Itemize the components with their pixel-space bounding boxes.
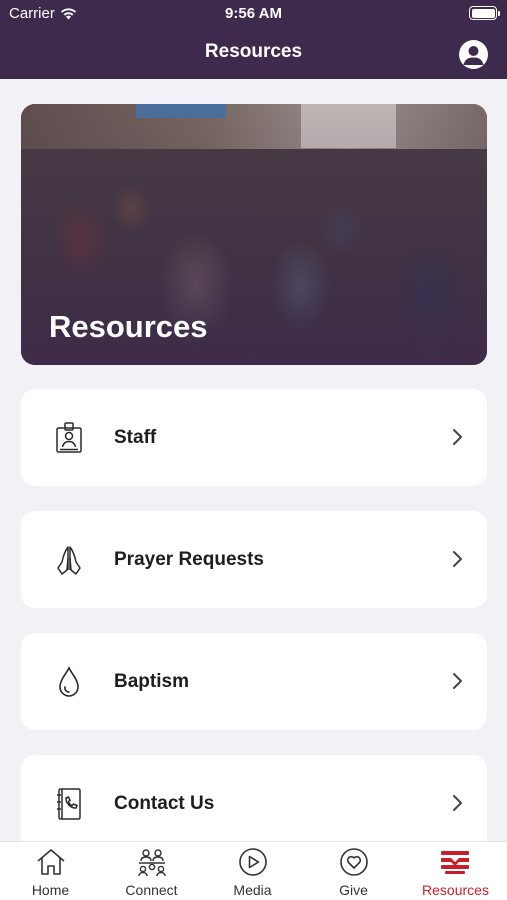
heart-circle-icon xyxy=(340,848,368,876)
menu-item-contact-us[interactable]: Contact Us xyxy=(21,755,487,841)
menu-item-label: Baptism xyxy=(114,671,189,692)
praying-hands-icon xyxy=(57,546,81,575)
content-area: Resources Staff Prayer Requests Baptism … xyxy=(0,79,507,841)
tab-resources[interactable]: Resources xyxy=(404,842,507,900)
water-drop-icon xyxy=(59,666,79,697)
menu-item-staff[interactable]: Staff xyxy=(21,389,487,486)
menu-item-prayer-requests[interactable]: Prayer Requests xyxy=(21,511,487,608)
menu-item-label: Staff xyxy=(114,427,157,448)
hero-title: Resources xyxy=(49,309,208,344)
hero-banner: Resources xyxy=(21,104,487,365)
chevron-right-icon xyxy=(453,551,462,567)
battery-icon xyxy=(469,6,500,20)
clock: 9:56 AM xyxy=(225,5,282,22)
tab-label: Home xyxy=(31,882,70,898)
chevron-right-icon xyxy=(453,673,462,689)
resources-icon xyxy=(441,851,469,874)
phone-book-icon xyxy=(57,788,81,820)
person-circle-icon xyxy=(463,46,484,65)
tab-label: Give xyxy=(339,882,368,898)
top-bar: Carrier 9:56 AM Resources xyxy=(0,0,507,79)
tab-label: Resources xyxy=(422,882,489,898)
status-bar: Carrier 9:56 AM xyxy=(0,0,507,28)
id-badge-icon xyxy=(56,422,82,453)
tab-label: Connect xyxy=(125,882,178,898)
play-circle-icon xyxy=(239,848,267,876)
home-icon xyxy=(37,849,65,875)
tab-home[interactable]: Home xyxy=(0,842,101,900)
menu-item-label: Prayer Requests xyxy=(114,549,264,570)
menu-item-baptism[interactable]: Baptism xyxy=(21,633,487,730)
menu-item-label: Contact Us xyxy=(114,793,215,814)
page-title: Resources xyxy=(204,41,303,62)
tab-connect[interactable]: Connect xyxy=(101,842,202,900)
profile-button[interactable] xyxy=(459,40,488,69)
tab-bar: Home Connect Media Give Resources xyxy=(0,841,507,900)
tab-label: Media xyxy=(233,882,272,898)
tab-media[interactable]: Media xyxy=(202,842,303,900)
chevron-right-icon xyxy=(453,429,462,445)
tab-give[interactable]: Give xyxy=(303,842,404,900)
people-group-icon xyxy=(138,849,166,877)
chevron-right-icon xyxy=(453,795,462,811)
